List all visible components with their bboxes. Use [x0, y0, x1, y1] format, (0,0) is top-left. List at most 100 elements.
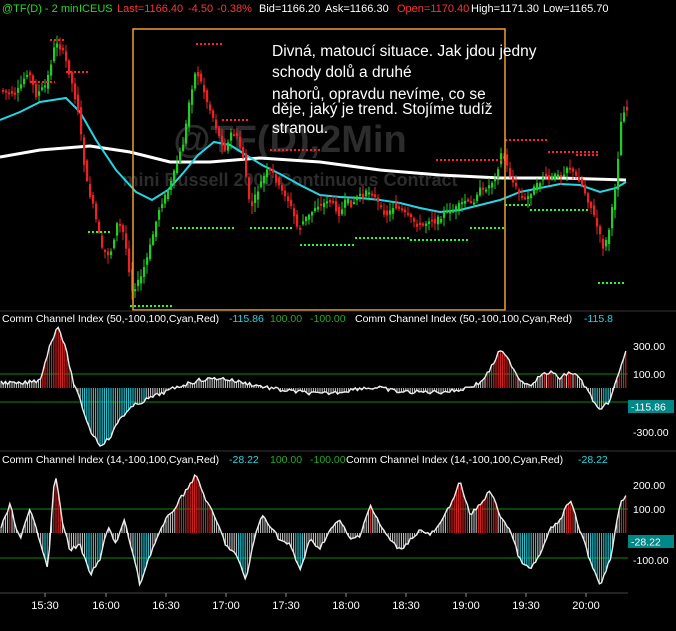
- candle-body: [524, 197, 527, 200]
- candle-body: [140, 276, 143, 284]
- candle-body: [44, 85, 47, 88]
- candle-body: [323, 202, 326, 208]
- candle-body: [182, 144, 185, 152]
- candle-body: [479, 187, 482, 196]
- candle-body: [320, 203, 323, 206]
- candle-body: [335, 201, 338, 212]
- candle-body: [203, 85, 206, 93]
- cci50-lower-level: -100.00: [310, 313, 346, 325]
- time-tick-label: 19:30: [512, 600, 540, 612]
- candle-body: [590, 201, 593, 209]
- candle-body: [584, 184, 587, 194]
- candle-body: [560, 174, 563, 177]
- cci50-tick-300: 300.00: [633, 341, 665, 353]
- candle-body: [38, 91, 41, 96]
- candle-body: [170, 181, 173, 190]
- exchange-label: ICEUS: [79, 3, 113, 15]
- candle-body: [485, 189, 488, 192]
- candle-body: [404, 209, 407, 213]
- candle-body: [587, 193, 590, 203]
- candle-body: [173, 170, 176, 182]
- candle-body: [299, 227, 302, 230]
- candle-body: [419, 222, 422, 225]
- candle-body: [20, 84, 23, 89]
- candle-body: [374, 194, 377, 198]
- candle-body: [416, 223, 419, 227]
- cci50-value-tag-text: -115.86: [631, 402, 666, 414]
- candle-body: [17, 88, 20, 93]
- candle-body: [146, 257, 149, 265]
- cci14-tick-200: 200.00: [633, 480, 665, 492]
- candle-body: [620, 121, 623, 156]
- candle-body: [287, 196, 290, 202]
- candle-body: [596, 218, 599, 227]
- cci14-value-tag: -28.22: [628, 535, 674, 549]
- candle-body: [209, 104, 212, 111]
- candle-body: [194, 73, 197, 89]
- candle-body: [500, 153, 503, 164]
- candle-body: [59, 44, 62, 50]
- candle-body: [578, 176, 581, 182]
- candle-body: [428, 221, 431, 224]
- candle-body: [476, 194, 479, 201]
- cci50-tick-neg300: -300.00: [633, 427, 669, 439]
- candle-body: [506, 154, 509, 166]
- candle-body: [116, 223, 119, 236]
- candle-body: [623, 112, 626, 122]
- candle-body: [380, 205, 383, 208]
- candle-body: [152, 234, 155, 245]
- candle-body: [443, 212, 446, 218]
- candle-body: [554, 173, 557, 180]
- candle-body: [536, 182, 539, 191]
- candle-body: [491, 182, 494, 188]
- candle-body: [344, 199, 347, 208]
- candle-body: [110, 251, 113, 256]
- candle-body: [533, 186, 536, 195]
- candle-body: [311, 211, 314, 216]
- candle-body: [413, 218, 416, 222]
- candle-body: [5, 90, 8, 93]
- candle-body: [215, 119, 218, 129]
- candle-body: [530, 194, 533, 199]
- candle-body: [494, 179, 497, 182]
- candle-body: [509, 168, 512, 177]
- time-tick-label: 17:00: [212, 600, 240, 612]
- open-price: Open=1170.40: [397, 3, 469, 15]
- candle-body: [461, 202, 464, 205]
- candle-body: [143, 267, 146, 277]
- last-price: Last=1166.40: [117, 3, 183, 15]
- candle-body: [245, 153, 248, 177]
- candle-body: [368, 192, 371, 195]
- candle-body: [98, 221, 101, 233]
- candle-body: [581, 178, 584, 186]
- cci50-value-repeat: -115.8: [584, 313, 613, 325]
- candle-body: [128, 248, 131, 273]
- candle-body: [26, 74, 29, 77]
- annotation-line-2: schody dolů a druhé: [272, 64, 412, 81]
- candle-body: [377, 197, 380, 202]
- candle-body: [197, 71, 200, 77]
- candle-body: [230, 132, 233, 141]
- candle-body: [572, 168, 575, 172]
- ask-price: Ask=1166.30: [325, 3, 389, 15]
- annotation-line-1: Divná, matoucí situace. Jak jdou jedny: [272, 43, 537, 60]
- candle-body: [155, 221, 158, 237]
- candle-body: [482, 187, 485, 190]
- candle-body: [293, 208, 296, 217]
- candle-body: [626, 107, 629, 111]
- candle-body: [371, 193, 374, 196]
- candle-body: [137, 279, 140, 286]
- candle-body: [356, 196, 359, 201]
- candle-body: [458, 202, 461, 210]
- candle-body: [35, 84, 38, 98]
- candle-body: [2, 89, 5, 92]
- candle-body: [431, 219, 434, 222]
- candle-body: [464, 200, 467, 204]
- candle-body: [119, 224, 122, 227]
- candle-body: [122, 225, 125, 233]
- candle-body: [467, 199, 470, 202]
- candle-body: [347, 198, 350, 204]
- time-tick-label: 16:30: [152, 600, 180, 612]
- candle-body: [434, 218, 437, 224]
- candle-body: [74, 83, 77, 100]
